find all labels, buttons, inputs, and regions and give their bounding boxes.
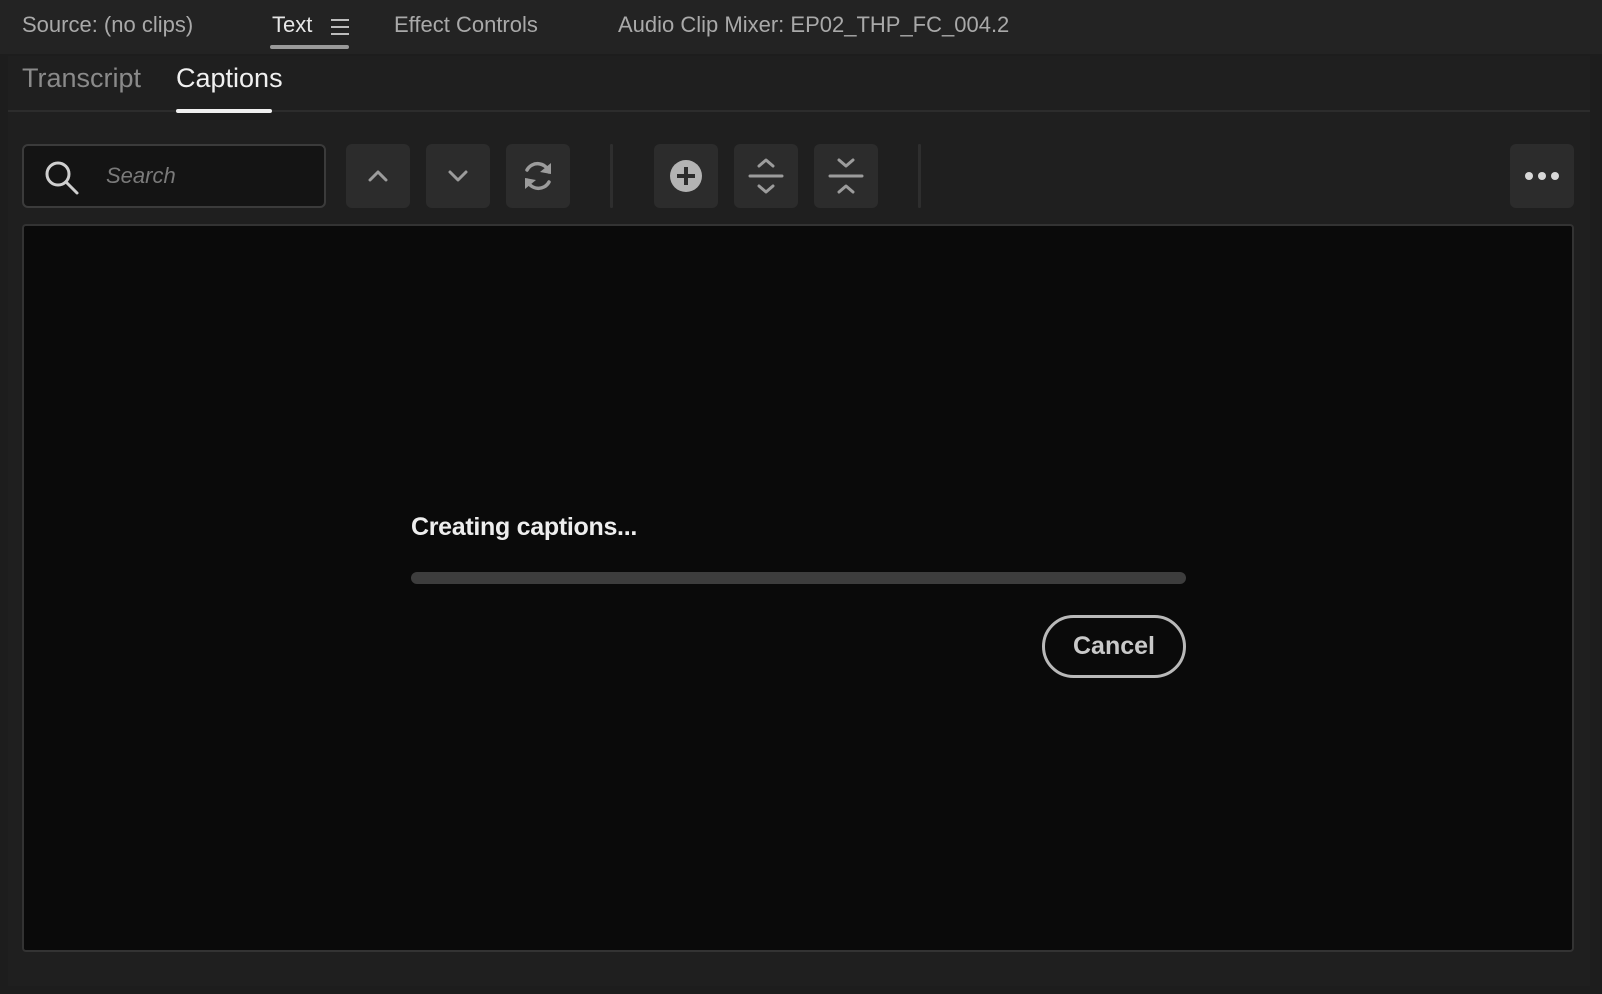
add-caption-button[interactable] [654,144,718,208]
toolbar-divider [918,144,921,208]
tab-transcript[interactable]: Transcript [22,63,141,94]
next-button[interactable] [426,144,490,208]
more-icon [1525,172,1559,180]
panel-menu-icon[interactable] [331,19,349,35]
search-icon [45,161,79,195]
tab-source[interactable]: Source: (no clips) [22,12,193,38]
tab-effect-controls[interactable]: Effect Controls [394,12,538,38]
collapse-button[interactable] [814,144,878,208]
tab-text[interactable]: Text [272,12,312,38]
active-tab-indicator [270,45,349,49]
search-input[interactable] [106,156,316,196]
collapse-icon [828,158,864,194]
refresh-icon [525,161,551,191]
tab-audio-clip-mixer[interactable]: Audio Clip Mixer: EP02_THP_FC_004.2 [618,12,1009,38]
more-options-button[interactable] [1510,144,1574,208]
previous-button[interactable] [346,144,410,208]
search-field[interactable] [22,144,326,208]
captions-list-area [22,224,1574,952]
tab-captions[interactable]: Captions [176,63,283,94]
chevron-up-icon [368,170,388,182]
toolbar-divider [610,144,613,208]
progress-bar [411,572,1186,584]
refresh-button[interactable] [506,144,570,208]
cancel-button[interactable]: Cancel [1042,615,1186,678]
expand-button[interactable] [734,144,798,208]
active-subtab-indicator [176,109,272,113]
expand-icon [748,158,784,194]
panel-tab-bar: Source: (no clips) Text Effect Controls … [0,0,1602,54]
status-message: Creating captions... [411,513,637,541]
plus-circle-icon [670,160,702,192]
chevron-down-icon [448,170,468,182]
